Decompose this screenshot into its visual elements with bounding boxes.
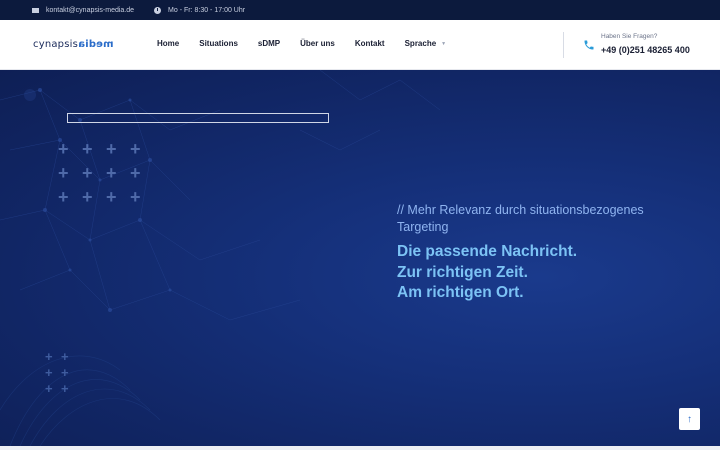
nav-item-situations[interactable]: Situations xyxy=(199,39,238,48)
top-info-bar: kontakt@cynapsis-media.de Mo - Fr: 8:30 … xyxy=(0,0,720,20)
nav-item-sprache-label: Sprache xyxy=(404,39,437,48)
arrow-up-icon: ↑ xyxy=(687,413,692,425)
topbar-hours-text: Mo - Fr: 8:30 - 17:00 Uhr xyxy=(168,6,246,14)
site-logo[interactable]: cynapsismedia xyxy=(33,39,114,50)
nav-item-home[interactable]: Home xyxy=(157,39,179,48)
logo-text-b: media xyxy=(78,39,114,50)
topbar-email[interactable]: kontakt@cynapsis-media.de xyxy=(32,7,134,14)
hero-image-placeholder xyxy=(67,113,329,123)
contact-question: Haben Sie Fragen? xyxy=(601,33,658,40)
nav-item-kontakt[interactable]: Kontakt xyxy=(355,39,385,48)
headline-line-1: Die passende Nachricht. xyxy=(397,243,578,260)
back-to-top-button[interactable]: ↑ xyxy=(679,408,700,430)
clock-icon xyxy=(154,6,162,14)
contact-phone[interactable]: +49 (0)251 48265 400 xyxy=(601,45,690,55)
topbar-hours: Mo - Fr: 8:30 - 17:00 Uhr xyxy=(154,6,246,14)
nav-item-ueber-uns[interactable]: Über uns xyxy=(300,39,335,48)
topbar-email-text[interactable]: kontakt@cynapsis-media.de xyxy=(46,7,134,14)
hero-section: + + + + + + + + + + + + + + + + + + // Mehr Relevanz… xyxy=(0,70,720,446)
logo-text-a: cynapsis xyxy=(33,39,79,50)
main-nav: Home Situations sDMP Über uns Kontakt Sp… xyxy=(157,39,466,48)
headline-line-3: Am richtigen Ort. xyxy=(397,284,524,301)
header-divider xyxy=(563,32,564,58)
hero-headline: Die passende Nachricht. Zur richtigen Ze… xyxy=(397,242,577,304)
network-background xyxy=(0,70,441,446)
nav-item-sdmp[interactable]: sDMP xyxy=(258,39,280,48)
headline-line-2: Zur richtigen Zeit. xyxy=(397,263,528,281)
envelope-icon xyxy=(32,7,39,13)
phone-icon xyxy=(584,40,594,50)
hero-tagline: // Mehr Relevanz durch situationsbezogen… xyxy=(397,203,644,234)
chevron-down-icon: ▼ xyxy=(441,40,447,47)
page-bottom-strip xyxy=(0,446,720,450)
nav-item-sprache[interactable]: Sprache ▼ xyxy=(405,39,447,48)
